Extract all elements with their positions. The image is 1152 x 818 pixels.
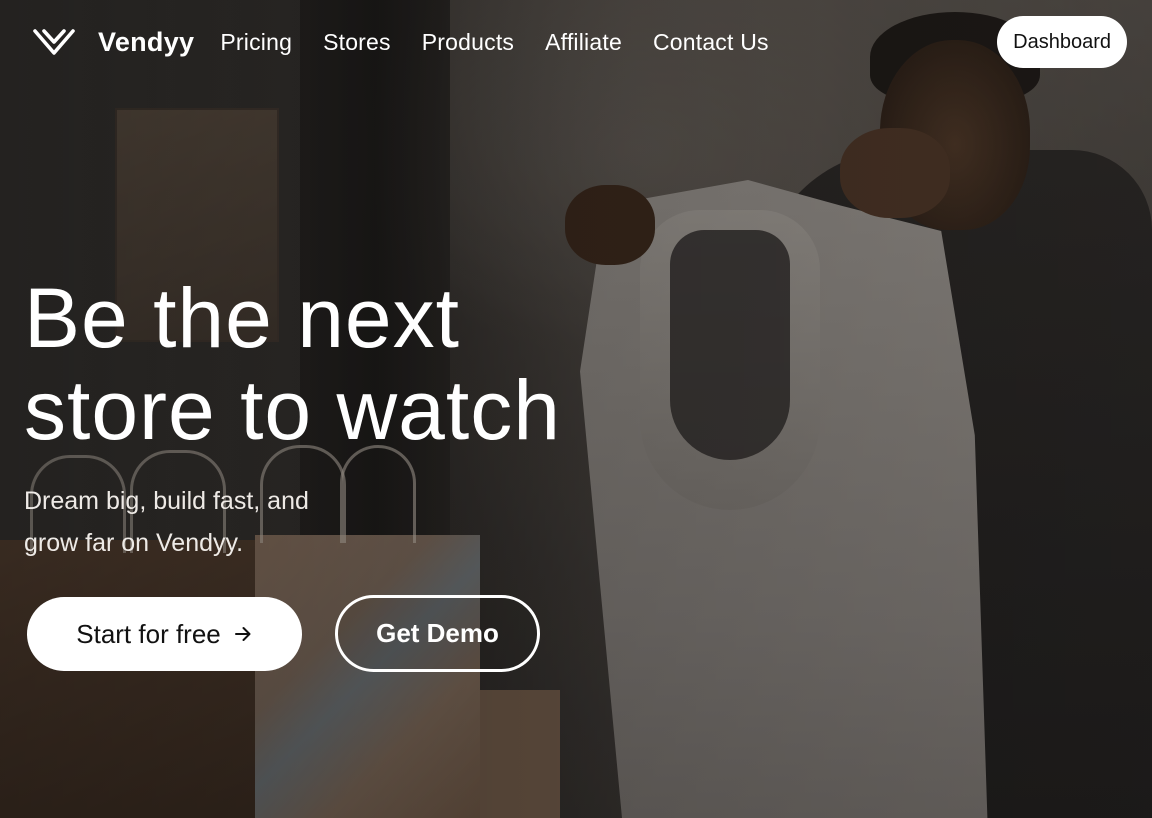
hero-subheadline: Dream big, build fast, and grow far on V… — [24, 480, 384, 564]
nav-link-contact-us[interactable]: Contact Us — [653, 29, 769, 56]
start-for-free-button[interactable]: Start for free — [27, 597, 302, 671]
nav-link-products[interactable]: Products — [422, 29, 514, 56]
nav-link-pricing[interactable]: Pricing — [220, 29, 292, 56]
double-chevron-v-icon — [33, 29, 75, 55]
dashboard-button[interactable]: Dashboard — [997, 16, 1127, 68]
hero-headline: Be the next store to watch — [24, 272, 664, 456]
top-navigation: Vendyy Pricing Stores Products Affiliate… — [0, 0, 1152, 84]
hero-subheadline-line: grow far on Vendyy. — [24, 529, 244, 557]
hero-copy: Be the next store to watch Dream big, bu… — [24, 272, 664, 564]
start-for-free-label: Start for free — [76, 618, 221, 649]
nav-links: Pricing Stores Products Affiliate Contac… — [220, 29, 997, 56]
hero-cta-group: Start for free Get Demo — [27, 595, 540, 672]
hero-section: Vendyy Pricing Stores Products Affiliate… — [0, 0, 1152, 818]
get-demo-button[interactable]: Get Demo — [335, 595, 540, 672]
nav-link-affiliate[interactable]: Affiliate — [545, 29, 622, 56]
hero-subheadline-line: Dream big, build fast, and — [24, 487, 309, 515]
nav-link-stores[interactable]: Stores — [323, 29, 391, 56]
brand-logo-link[interactable]: Vendyy — [32, 25, 194, 59]
brand-name: Vendyy — [98, 26, 195, 57]
hero-headline-line: store to watch — [24, 363, 561, 457]
hero-headline-line: Be the next — [24, 271, 460, 365]
arrow-right-icon — [234, 627, 251, 641]
